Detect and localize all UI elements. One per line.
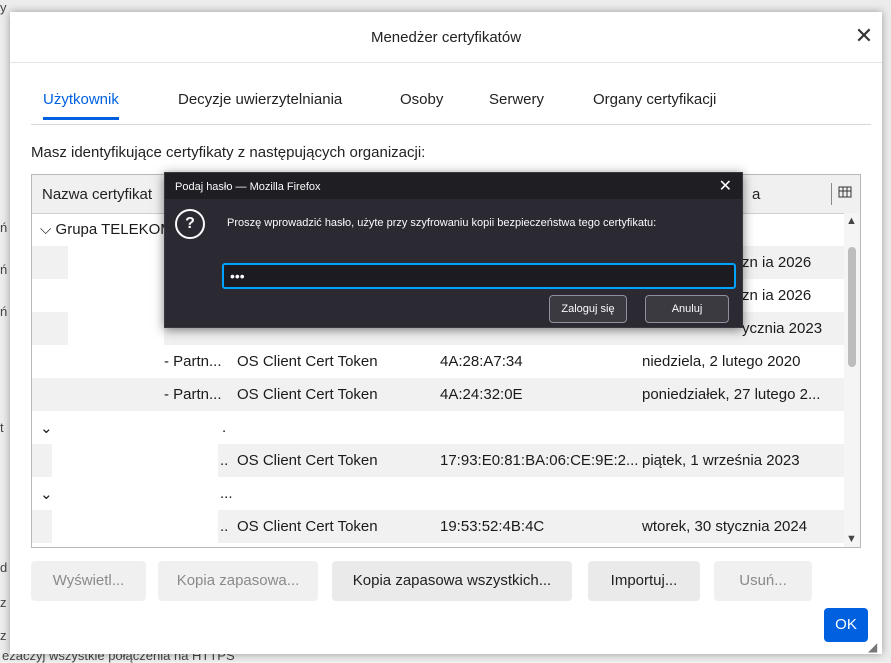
row-expires: ycznia 2023 [742, 320, 823, 337]
row-serial: 17:93:E0:81:BA:06:CE:9E:2... [440, 452, 639, 469]
tab-servers[interactable]: Serwery [489, 91, 544, 120]
question-icon: ? [175, 209, 205, 239]
prompt-title: Podaj hasło — Mozilla Firefox [175, 181, 321, 193]
close-icon[interactable]: ✕ [850, 22, 878, 50]
row-group-name: ⌵ Grupa TELEKOM [40, 221, 173, 238]
resize-grip-icon[interactable]: ◢ [868, 640, 882, 654]
table-scrollbar[interactable]: ▲ ▼ [844, 213, 860, 547]
redaction-block [68, 246, 164, 345]
row-serial: 4A:28:A7:34 [440, 353, 523, 370]
tab-user[interactable]: Użytkownik [43, 91, 119, 120]
cancel-button[interactable]: Anuluj [645, 295, 729, 323]
column-header-name[interactable]: Nazwa certyfikat [42, 186, 152, 203]
description-text: Masz identyfikujące certyfikaty z następ… [31, 144, 426, 161]
row-serial: 4A:24:32:0E [440, 386, 523, 403]
scroll-thumb[interactable] [848, 247, 856, 367]
backup-all-button[interactable]: Kopia zapasowa wszystkich... [332, 561, 572, 601]
table-row[interactable]: - Partn... OS Client Cert Token 4A:28:A7… [32, 345, 844, 378]
background-text: t [0, 420, 4, 435]
row-device: OS Client Cert Token [237, 518, 378, 535]
login-button[interactable]: Zaloguj się [549, 295, 627, 323]
row-name: .. [220, 452, 229, 469]
dialog-titlebar: Menedżer certyfikatów ✕ [10, 12, 882, 63]
background-text: d [0, 560, 8, 575]
background-text: y [0, 0, 7, 15]
redaction-block [52, 425, 218, 545]
column-header-expires[interactable]: a [752, 186, 760, 203]
chevron-down-icon[interactable]: ⌄ [40, 419, 53, 437]
tab-auth-decisions[interactable]: Decyzje uwierzytelniania [178, 91, 342, 120]
row-expires: poniedziałek, 27 lutego 2... [642, 386, 821, 403]
row-expires: niedziela, 2 lutego 2020 [642, 353, 801, 370]
scroll-down-icon[interactable]: ▼ [846, 533, 857, 545]
column-picker-icon[interactable] [838, 185, 854, 201]
password-prompt-dialog: Podaj hasło — Mozilla Firefox ✕ ? Proszę… [164, 172, 743, 328]
background-text: ń [0, 262, 8, 277]
prompt-message: Proszę wprowadzić hasło, użyte przy szyf… [227, 217, 657, 229]
row-expires: wtorek, 30 stycznia 2024 [642, 518, 808, 535]
ok-button[interactable]: OK [824, 608, 868, 642]
scroll-up-icon[interactable]: ▲ [846, 215, 857, 227]
row-device: OS Client Cert Token [237, 386, 378, 403]
certificate-manager-dialog: Menedżer certyfikatów ✕ Użytkownik Decyz… [10, 12, 882, 654]
tab-people[interactable]: Osoby [400, 91, 443, 120]
tab-authorities[interactable]: Organy certyfikacji [593, 91, 716, 120]
row-name: - Partn... [164, 353, 222, 370]
column-separator [831, 183, 832, 205]
background-text: z [0, 595, 7, 610]
chevron-down-icon[interactable]: ⌄ [40, 485, 53, 503]
tab-bar: Użytkownik Decyzje uwierzytelniania Osob… [31, 88, 871, 125]
row-expires: piątek, 1 września 2023 [642, 452, 800, 469]
row-device: OS Client Cert Token [237, 452, 378, 469]
row-name: .. [220, 518, 229, 535]
close-icon[interactable]: ✕ [719, 176, 732, 196]
row-name: . [222, 419, 227, 436]
row-device: OS Client Cert Token [237, 353, 378, 370]
row-name: - Partn... [164, 386, 222, 403]
prompt-body: ? Proszę wprowadzić hasło, użyte przy sz… [165, 199, 742, 327]
background-text: ń [0, 304, 8, 319]
delete-button[interactable]: Usuń... [714, 561, 812, 601]
row-serial: 19:53:52:4B:4C [440, 518, 545, 535]
view-button[interactable]: Wyświetl... [31, 561, 146, 601]
password-field[interactable]: ••• [222, 263, 736, 289]
background-text: ń [0, 220, 8, 235]
dialog-title: Menedżer certyfikatów [370, 29, 522, 46]
background-text: z [0, 628, 7, 643]
import-button[interactable]: Importuj... [588, 561, 700, 601]
table-row[interactable]: - Partn... OS Client Cert Token 4A:24:32… [32, 378, 844, 411]
row-expires: zn ia 2026 [742, 254, 812, 271]
row-expires: zn ia 2026 [742, 287, 812, 304]
backup-button[interactable]: Kopia zapasowa... [158, 561, 318, 601]
row-name: ... [220, 485, 233, 502]
